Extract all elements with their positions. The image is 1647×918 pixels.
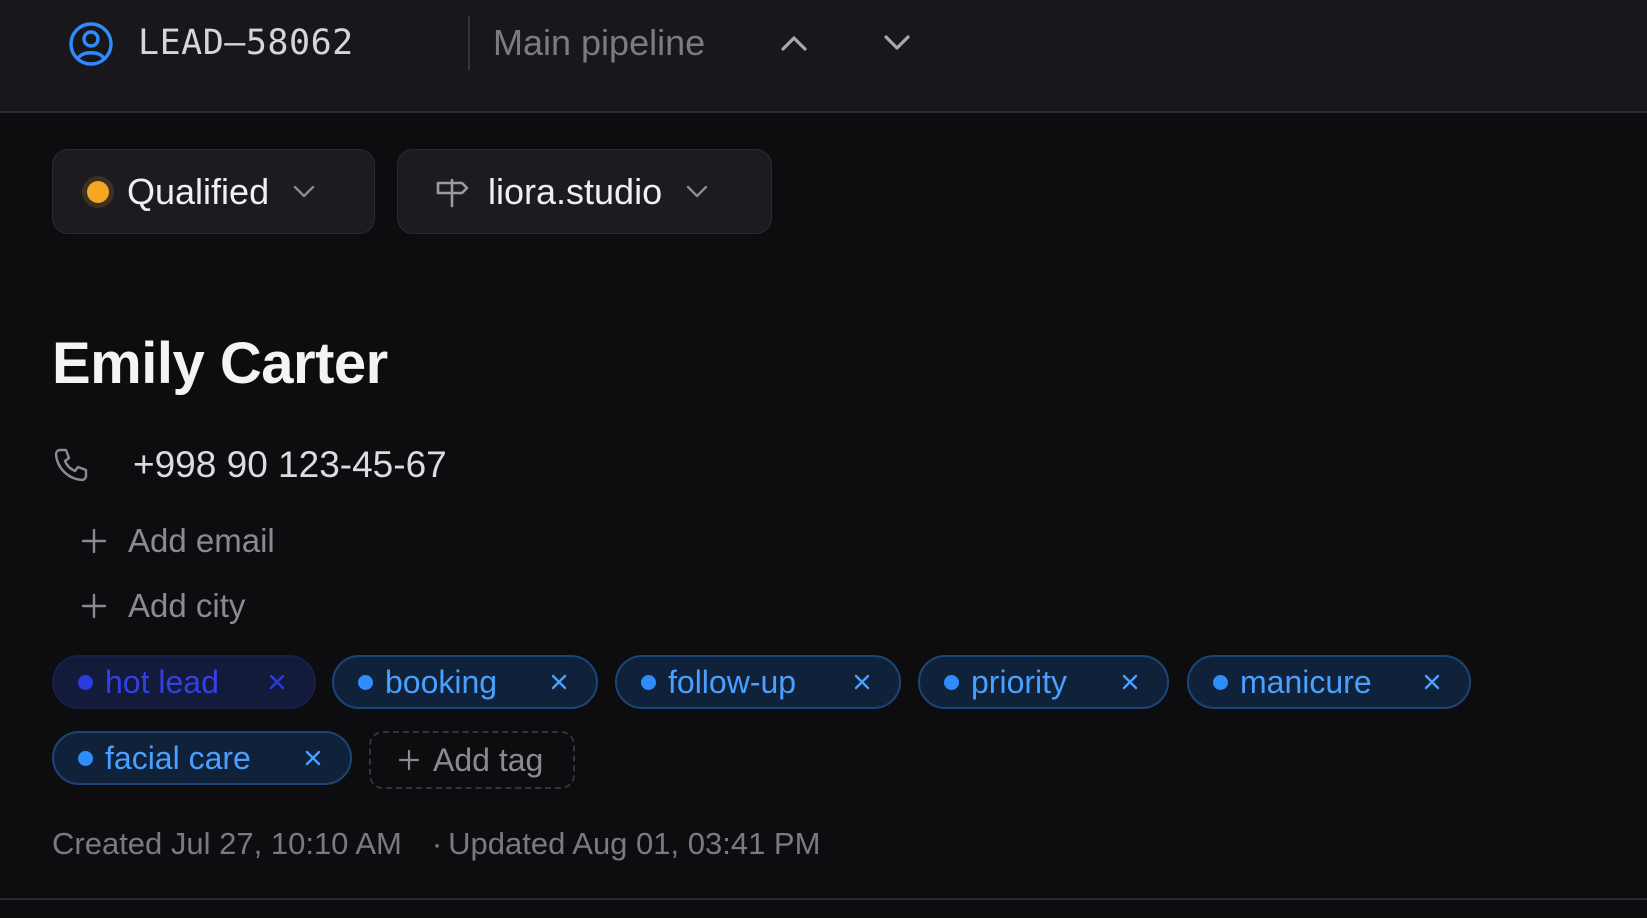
- header-divider: [468, 16, 470, 70]
- close-icon: [305, 750, 321, 766]
- tag-facial-care[interactable]: facial care: [52, 731, 352, 785]
- add-city-button[interactable]: Add city: [80, 584, 245, 628]
- pipeline-name[interactable]: Main pipeline: [493, 20, 705, 66]
- chevron-up-icon: [781, 36, 807, 51]
- tag-dot: [641, 674, 656, 690]
- chevron-down-icon: [293, 185, 315, 199]
- tag-follow-up[interactable]: follow-up: [615, 655, 901, 709]
- next-lead-button[interactable]: [876, 22, 918, 64]
- meta-separator: ·: [431, 826, 443, 861]
- remove-tag-button[interactable]: [1121, 673, 1139, 691]
- close-icon: [269, 674, 285, 690]
- lead-id: LEAD–58062: [138, 23, 354, 63]
- tag-dot: [78, 674, 93, 690]
- close-icon: [551, 674, 567, 690]
- tag-dot: [1213, 674, 1228, 690]
- phone-number[interactable]: +998 90 123-45-67: [133, 442, 447, 488]
- tag-priority[interactable]: priority: [918, 655, 1169, 709]
- tag-booking[interactable]: booking: [332, 655, 598, 709]
- remove-tag-button[interactable]: [268, 673, 286, 691]
- plus-icon: [81, 528, 107, 554]
- close-icon: [1122, 674, 1138, 690]
- add-email-label: Add email: [128, 522, 275, 559]
- contact-name[interactable]: Emily Carter: [52, 328, 388, 400]
- remove-tag-button[interactable]: [304, 749, 322, 767]
- chevron-down-icon: [884, 35, 910, 50]
- tag-manicure[interactable]: manicure: [1187, 655, 1471, 709]
- tag-label: facial care: [105, 739, 251, 776]
- add-email-button[interactable]: Add email: [80, 519, 275, 563]
- tag-dot: [358, 674, 373, 690]
- remove-tag-button[interactable]: [853, 673, 871, 691]
- tag-label: follow-up: [668, 663, 797, 700]
- tag-dot: [78, 750, 93, 766]
- previous-lead-button[interactable]: [773, 22, 815, 64]
- plus-icon: [398, 749, 420, 771]
- add-tag-label: Add tag: [433, 741, 544, 778]
- source-dropdown[interactable]: liora.studio: [397, 149, 772, 234]
- tag-label: booking: [385, 663, 498, 700]
- tag-dot: [944, 674, 959, 690]
- updated-timestamp: Updated Aug 01, 03:41 PM: [448, 826, 821, 861]
- tag-label: manicure: [1240, 663, 1372, 700]
- source-label: liora.studio: [488, 170, 663, 212]
- tag-label: priority: [971, 663, 1068, 700]
- tag-hot-lead[interactable]: hot lead: [52, 655, 316, 709]
- status-dropdown[interactable]: Qualified: [52, 149, 375, 234]
- status-label: Qualified: [127, 170, 270, 212]
- signpost-icon: [434, 174, 470, 210]
- created-timestamp: Created Jul 27, 10:10 AM: [52, 826, 402, 861]
- tag-label: hot lead: [105, 663, 219, 700]
- remove-tag-button[interactable]: [1423, 673, 1441, 691]
- chevron-down-icon: [686, 185, 708, 199]
- user-circle-icon: [69, 22, 113, 66]
- status-dot: [87, 180, 109, 203]
- phone-icon: [54, 448, 88, 482]
- plus-icon: [81, 593, 107, 619]
- add-city-label: Add city: [128, 587, 246, 624]
- add-tag-button[interactable]: Add tag: [369, 731, 575, 789]
- close-icon: [854, 674, 870, 690]
- remove-tag-button[interactable]: [550, 673, 568, 691]
- close-icon: [1424, 674, 1440, 690]
- lead-header: LEAD–58062 Main pipeline: [0, 0, 1647, 113]
- divider: [0, 898, 1647, 900]
- timestamps: Created Jul 27, 10:10 AM · Updated Aug 01,…: [52, 822, 820, 866]
